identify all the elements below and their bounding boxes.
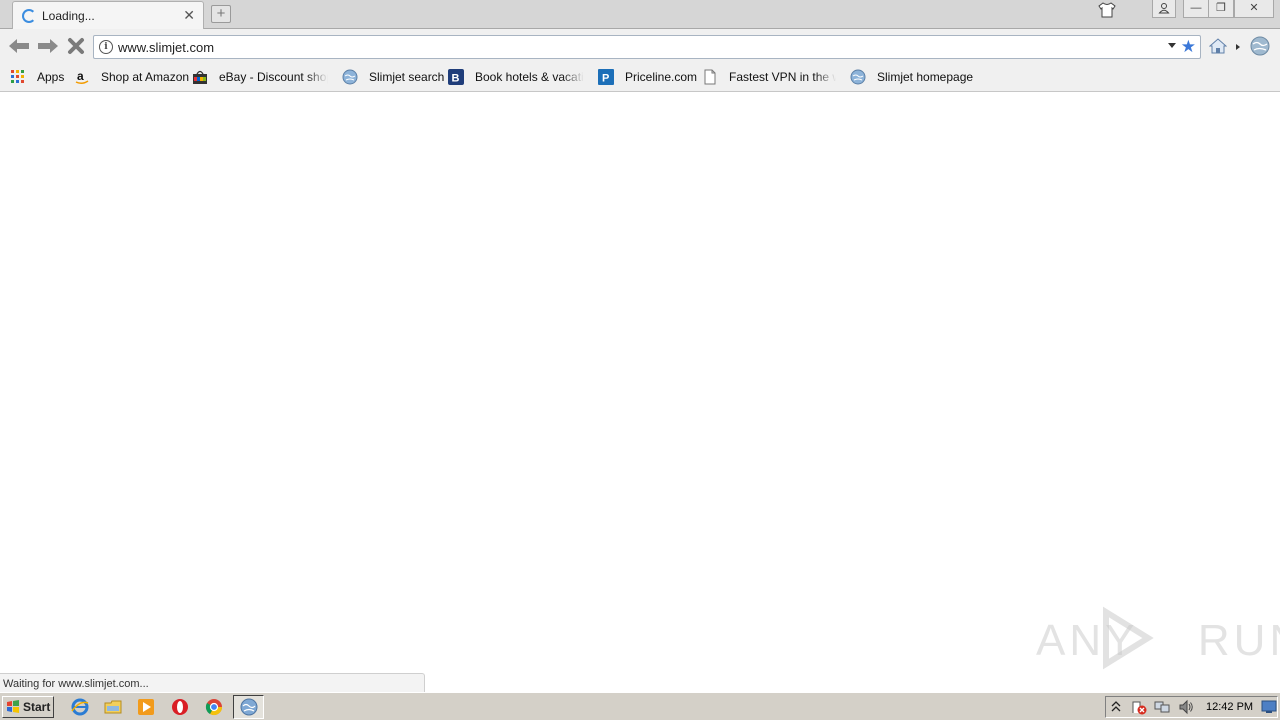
slimjet-globe-icon: [240, 698, 258, 716]
profile-button[interactable]: [1152, 0, 1176, 18]
taskbar-slimjet-window[interactable]: [233, 695, 264, 719]
bookmark-label: Slimjet homepage: [877, 70, 974, 84]
bookmark-booking[interactable]: B Book hotels & vacation: [448, 69, 584, 85]
windows-taskbar: Start 12:42 PM: [0, 692, 1280, 720]
ebay-icon: [193, 70, 207, 84]
start-label: Start: [23, 700, 51, 714]
priceline-icon: P: [598, 69, 614, 85]
close-window-button[interactable]: ✕: [1234, 0, 1274, 18]
windows-flag-icon: [7, 700, 19, 713]
watermark-text: ANY RUN: [1036, 616, 1280, 665]
new-tab-button[interactable]: +: [211, 5, 231, 23]
system-clock[interactable]: 12:42 PM: [1206, 701, 1253, 713]
url-input[interactable]: [118, 40, 1118, 55]
opera-icon[interactable]: [171, 698, 189, 716]
browser-toolbar: i ★: [0, 29, 1280, 63]
status-bubble: Waiting for www.slimjet.com...: [0, 673, 425, 692]
bookmark-label: Apps: [37, 70, 65, 84]
anyrun-watermark: ANY RUN: [1036, 606, 1280, 670]
amazon-icon: a: [75, 69, 89, 85]
file-explorer-icon[interactable]: [104, 698, 122, 716]
bookmark-label: Priceline.com: [625, 70, 698, 84]
bookmark-slimjet-homepage[interactable]: Slimjet homepage: [850, 69, 973, 85]
bookmark-priceline[interactable]: P Priceline.com: [598, 69, 697, 85]
svg-text:a: a: [77, 69, 84, 83]
start-button[interactable]: Start: [2, 696, 54, 718]
booking-icon: B: [448, 69, 464, 85]
bookmark-apps[interactable]: Apps: [10, 69, 64, 85]
bookmark-amazon[interactable]: a Shop at Amazon: [74, 69, 189, 85]
bookmark-label: Slimjet search: [369, 70, 445, 84]
globe-icon: [342, 69, 358, 85]
svg-text:B: B: [452, 73, 460, 85]
minimize-button[interactable]: —: [1183, 0, 1209, 18]
home-icon[interactable]: [1209, 38, 1227, 54]
bookmark-label: eBay - Discount shoppi: [219, 70, 328, 84]
volume-icon[interactable]: [1178, 699, 1194, 715]
show-hidden-icons-icon[interactable]: [1111, 701, 1121, 713]
apps-grid-icon: [11, 70, 24, 83]
action-center-alert-icon[interactable]: [1131, 699, 1147, 715]
bookmark-ebay[interactable]: eBay - Discount shoppi: [192, 69, 328, 85]
forward-arrow-icon[interactable]: [37, 38, 59, 54]
chevron-down-icon[interactable]: [1168, 43, 1176, 48]
info-icon[interactable]: i: [99, 40, 113, 54]
page-icon: [704, 69, 716, 85]
bookmark-slimjet-search[interactable]: Slimjet search: [342, 69, 444, 85]
tab-title: Loading...: [42, 9, 95, 23]
system-tray: 12:42 PM: [1105, 696, 1278, 718]
menu-globe-icon[interactable]: [1249, 35, 1271, 57]
address-bar[interactable]: i ★: [93, 35, 1201, 59]
back-arrow-icon[interactable]: [8, 38, 30, 54]
tab-strip: Loading... ✕ + — ❐ ✕: [0, 0, 1280, 29]
loading-spinner-icon: [22, 9, 36, 23]
stop-icon[interactable]: [67, 37, 85, 55]
browser-tab-active[interactable]: Loading... ✕: [12, 1, 204, 29]
show-desktop-icon[interactable]: [1261, 700, 1277, 714]
bookmark-label: Fastest VPN in the wor: [729, 70, 836, 84]
restore-button[interactable]: ❐: [1208, 0, 1234, 18]
chrome-icon[interactable]: [205, 698, 223, 716]
skin-shirt-icon[interactable]: [1098, 2, 1116, 18]
svg-text:P: P: [602, 73, 609, 85]
internet-explorer-icon[interactable]: [71, 698, 89, 716]
page-content: [0, 92, 1280, 692]
bookmarks-bar: Apps a Shop at Amazon eBay - Discount sh…: [0, 63, 1280, 92]
home-menu-arrow-icon[interactable]: [1236, 44, 1240, 50]
globe-icon: [850, 69, 866, 85]
bookmark-vpn[interactable]: Fastest VPN in the wor: [702, 69, 836, 85]
media-player-icon[interactable]: [137, 698, 155, 716]
tab-close-icon[interactable]: ✕: [183, 7, 195, 23]
network-icon[interactable]: [1154, 699, 1170, 715]
bookmark-label: Book hotels & vacation: [475, 70, 584, 84]
bookmark-star-icon[interactable]: ★: [1181, 37, 1196, 57]
bookmark-label: Shop at Amazon: [101, 70, 190, 84]
user-icon: [1158, 3, 1170, 14]
